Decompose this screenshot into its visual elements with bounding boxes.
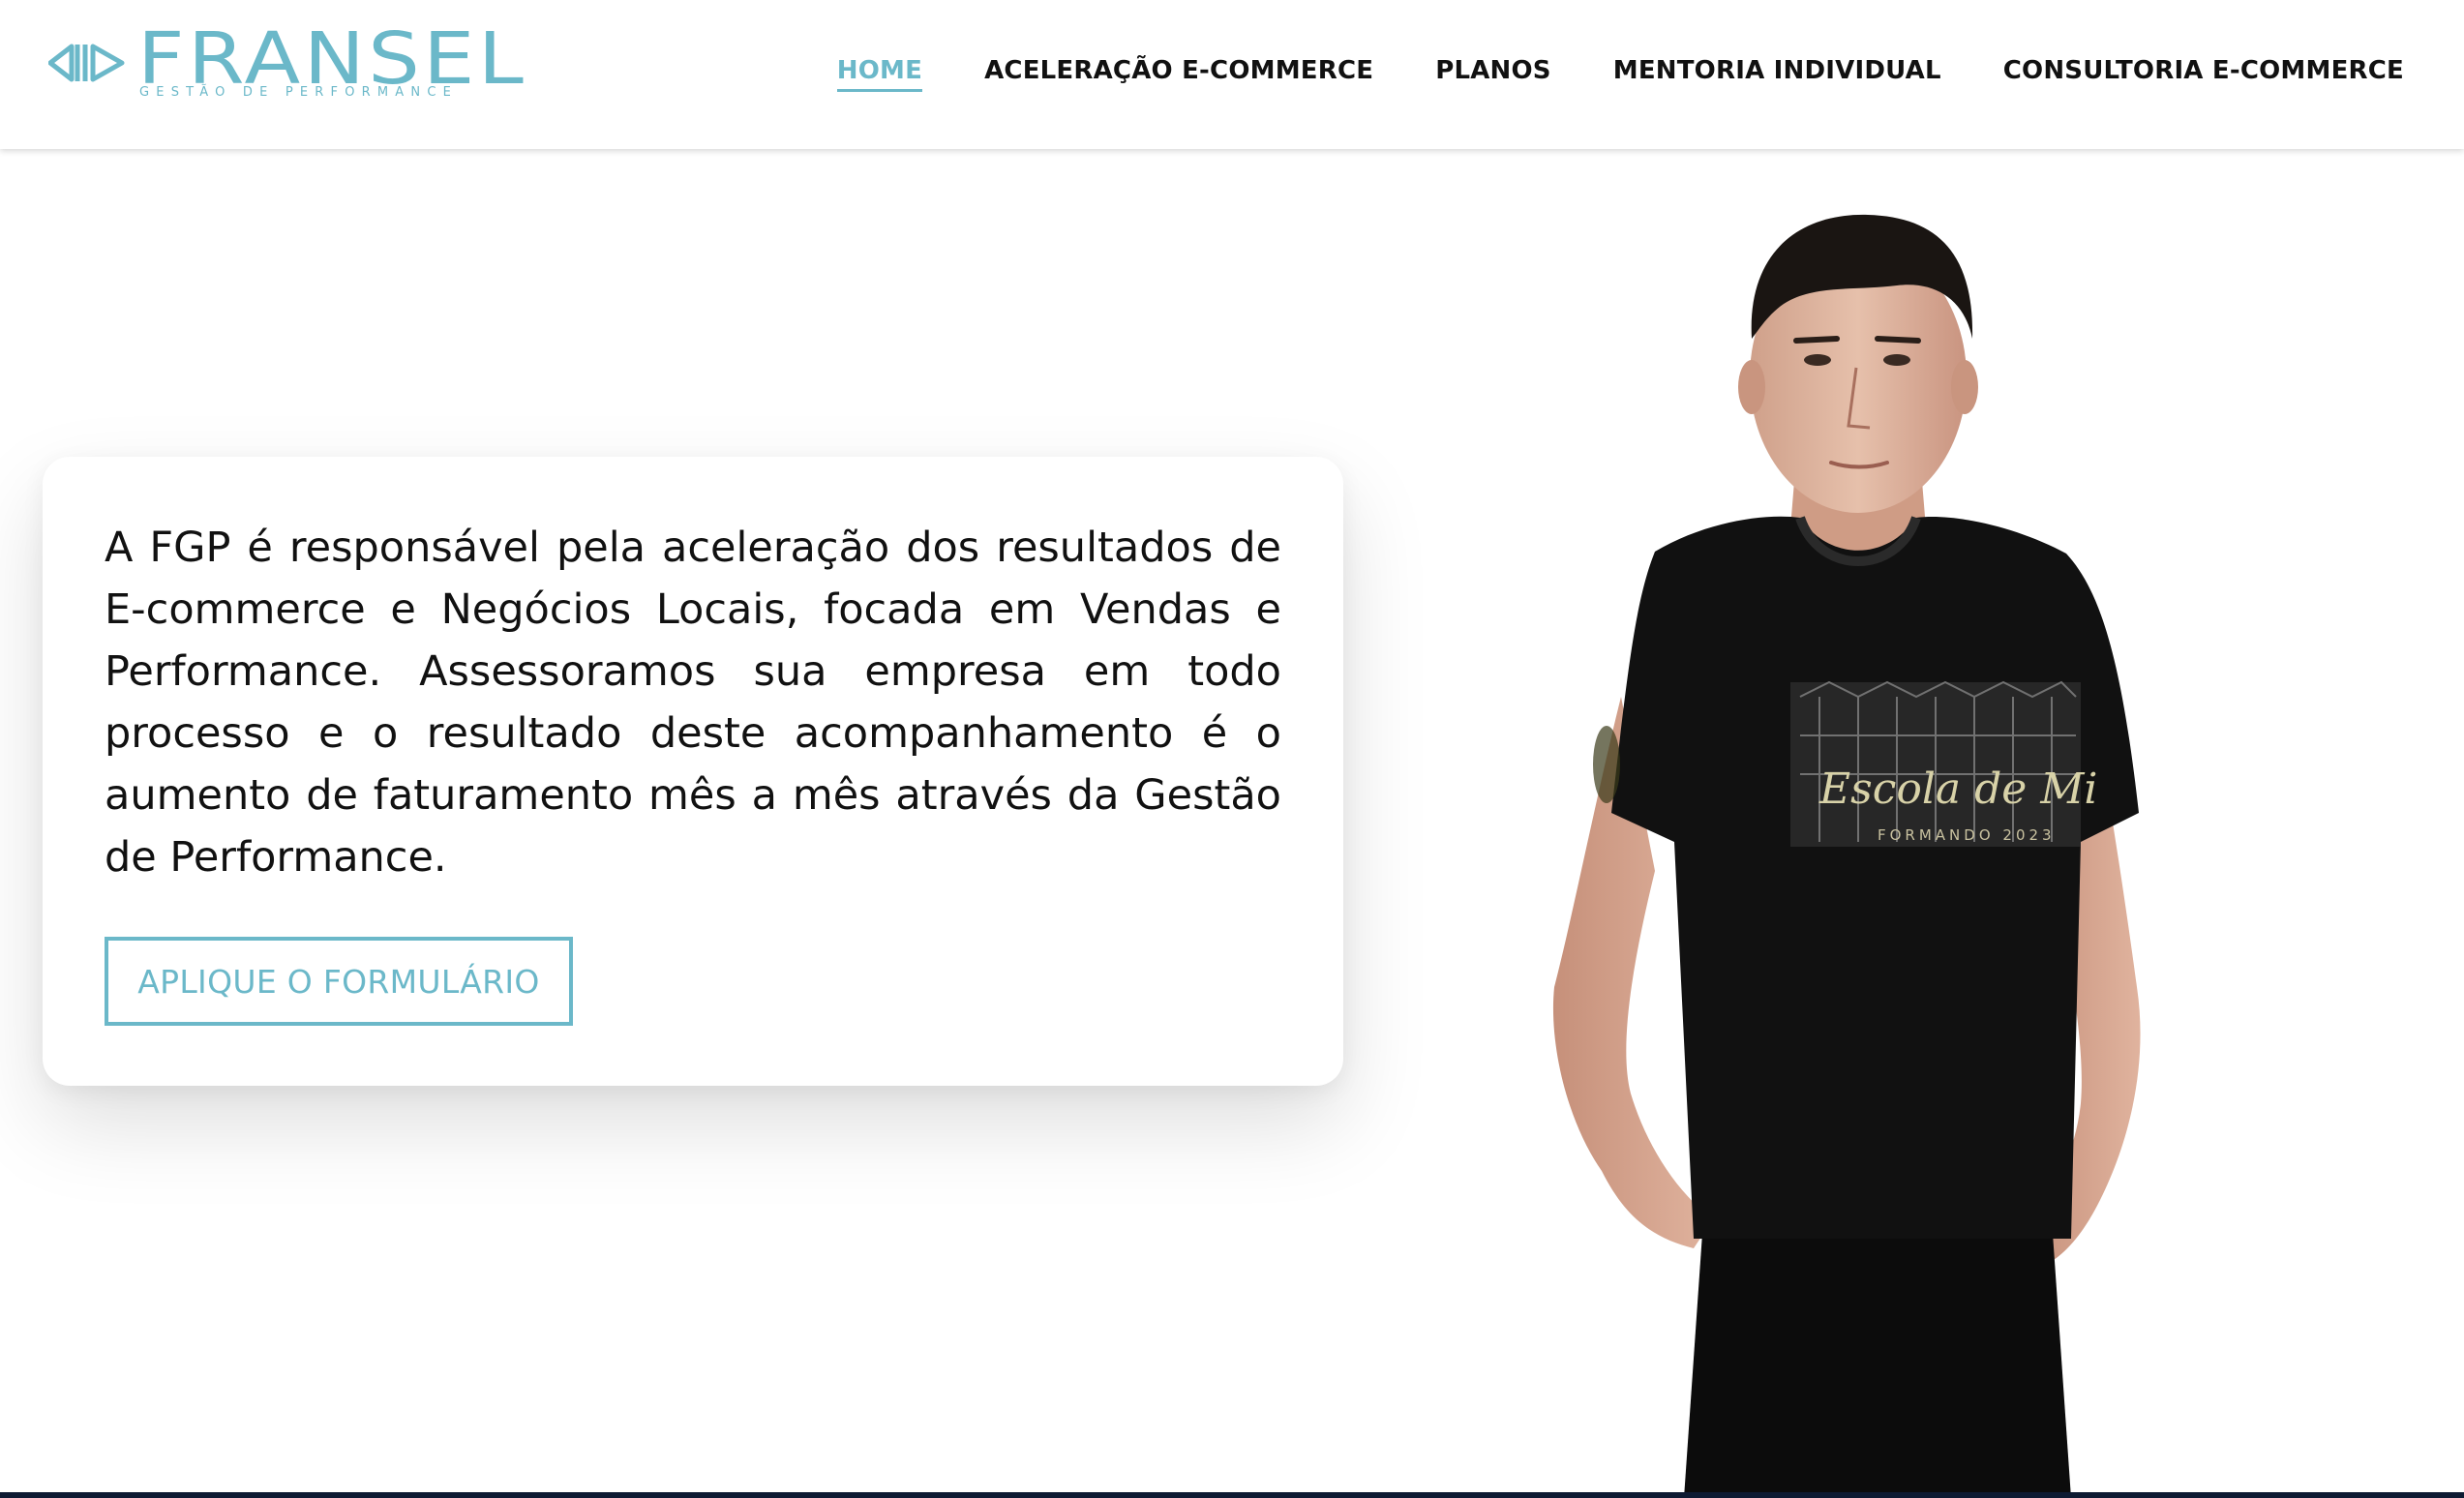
apply-form-button[interactable]: APLIQUE O FORMULÁRIO: [105, 937, 573, 1026]
site-header: FRANSEL GESTÃO DE PERFORMANCE HOME ACELE…: [0, 0, 2464, 149]
nav-item-mentoria-individual[interactable]: MENTORIA INDIVIDUAL: [1613, 56, 1941, 92]
main-nav: HOME ACELERAÇÃO E-COMMERCE PLANOS MENTOR…: [836, 56, 2404, 92]
nav-item-consultoria-ecommerce[interactable]: CONSULTORIA E-COMMERCE: [2003, 56, 2404, 92]
shirt-print-text: Escola de Mi: [1818, 764, 2097, 814]
logo-mark-icon: [48, 44, 125, 82]
footer-edge: [0, 1492, 2464, 1498]
nav-item-home[interactable]: HOME: [836, 56, 923, 92]
shirt-print-subtext: FORMANDO 2023: [1878, 826, 2056, 844]
nav-item-planos[interactable]: PLANOS: [1435, 56, 1551, 92]
brand-name: FRANSEL: [137, 17, 527, 101]
hero-person-photo: Escola de Mi FORMANDO 2023: [1552, 214, 2141, 1498]
nav-item-aceleracao-ecommerce[interactable]: ACELERAÇÃO E-COMMERCE: [984, 56, 1373, 92]
hero-description: A FGP é responsável pela aceleração dos …: [105, 524, 1281, 882]
hero-card: A FGP é responsável pela aceleração dos …: [43, 457, 1343, 1086]
brand-tagline: GESTÃO DE PERFORMANCE: [139, 85, 459, 100]
brand-logo[interactable]: FRANSEL GESTÃO DE PERFORMANCE: [48, 23, 524, 106]
